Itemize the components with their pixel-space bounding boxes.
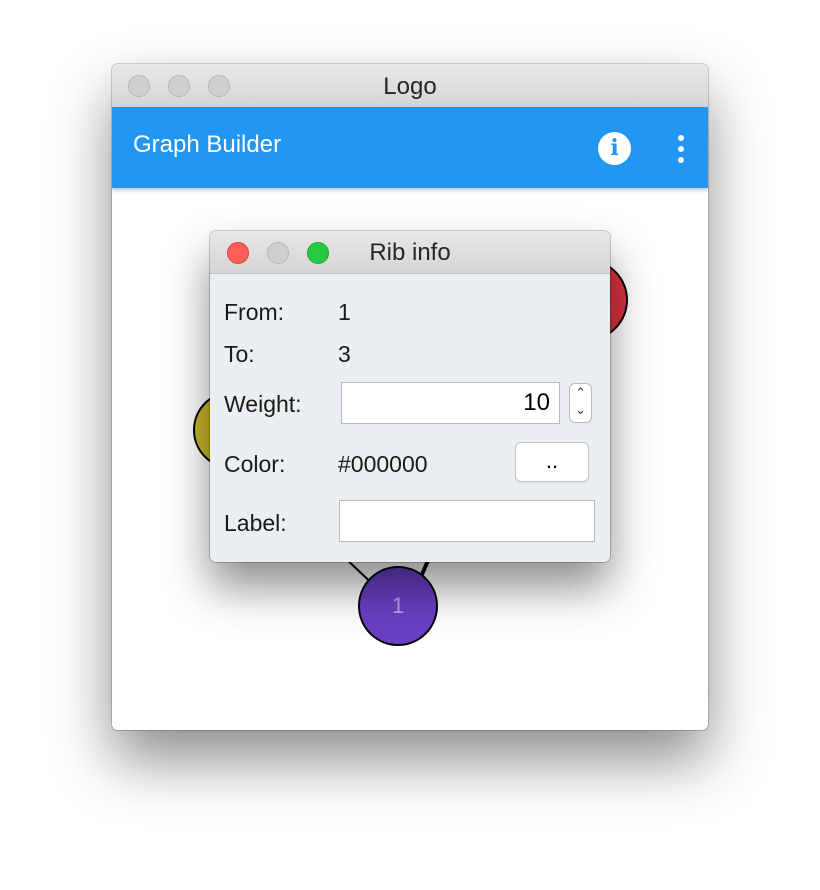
more-vert-icon[interactable] xyxy=(674,135,688,163)
weight-input[interactable] xyxy=(341,382,560,424)
from-label: From: xyxy=(224,299,285,325)
stepper-down-icon[interactable]: ⌄ xyxy=(570,401,591,418)
label-label: Label: xyxy=(224,510,287,536)
weight-label: Weight: xyxy=(224,391,302,417)
color-label: Color: xyxy=(224,451,286,477)
app-bar: Graph Builder i xyxy=(112,107,708,188)
graph-node-label: 1 xyxy=(392,593,405,618)
info-icon[interactable]: i xyxy=(598,132,631,165)
color-picker-button[interactable]: .. xyxy=(515,442,589,482)
stepper-up-icon[interactable]: ⌃ xyxy=(570,384,591,401)
dialog-title: Rib info xyxy=(369,239,451,266)
from-value: 1 xyxy=(338,299,351,325)
rib-info-dialog: Rib info From: 1 To: 3 Weight: ⌃ ⌄ Color… xyxy=(210,231,610,562)
color-value: #000000 xyxy=(338,451,428,477)
dialog-titlebar[interactable]: Rib info xyxy=(210,231,610,274)
label-input[interactable] xyxy=(339,500,595,542)
to-label: To: xyxy=(224,341,255,367)
main-titlebar[interactable]: Logo xyxy=(112,64,708,108)
to-value: 3 xyxy=(338,341,351,367)
app-title: Graph Builder xyxy=(133,131,282,158)
window-title: Logo xyxy=(383,73,437,100)
weight-stepper[interactable]: ⌃ ⌄ xyxy=(569,383,592,423)
